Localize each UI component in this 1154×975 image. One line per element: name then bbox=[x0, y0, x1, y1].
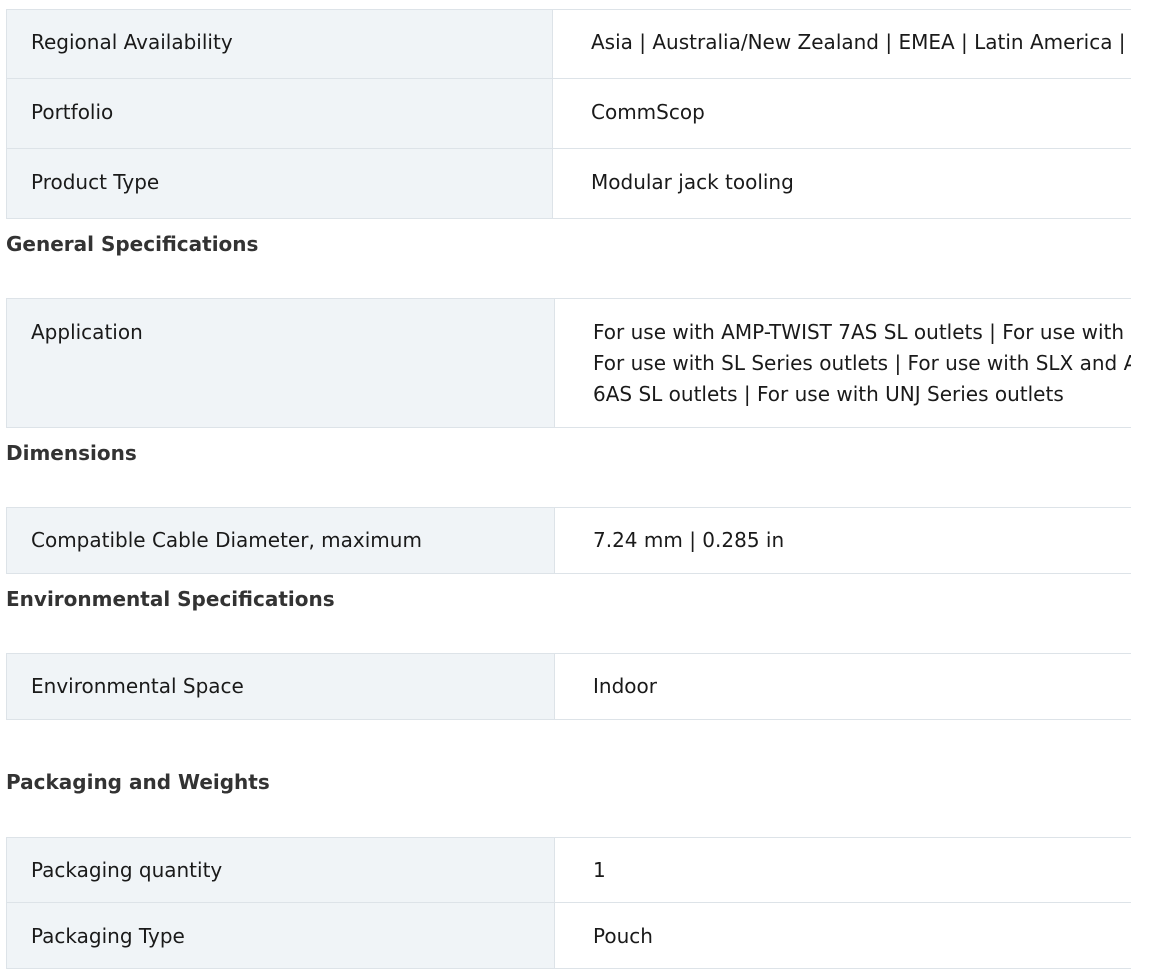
spec-value-line: For use with AMP-TWIST 7AS SL outlets | … bbox=[593, 320, 1125, 344]
spec-row-regional-availability: Regional Availability Asia | Australia/N… bbox=[6, 9, 1131, 79]
spec-label: Product Type bbox=[6, 148, 553, 219]
spec-label: Application bbox=[6, 298, 555, 428]
spec-value: Asia | Australia/New Zealand | EMEA | La… bbox=[552, 9, 1131, 79]
spec-label: Portfolio bbox=[6, 78, 553, 149]
spec-value: 7.24 mm | 0.285 in bbox=[554, 507, 1131, 574]
spec-row-product-type: Product Type Modular jack tooling bbox=[6, 148, 1131, 219]
spec-value: Indoor bbox=[554, 653, 1131, 720]
spec-value-line: 6AS SL outlets | For use with UNJ Series… bbox=[593, 382, 1064, 406]
spec-value: Pouch bbox=[554, 902, 1131, 969]
spec-label: Regional Availability bbox=[6, 9, 553, 79]
spec-label: Compatible Cable Diameter, maximum bbox=[6, 507, 555, 574]
spec-label: Environmental Space bbox=[6, 653, 555, 720]
section-heading-environmental-specifications: Environmental Specifications bbox=[6, 587, 335, 611]
spec-row-application: Application For use with AMP-TWIST 7AS S… bbox=[6, 298, 1131, 428]
section-heading-packaging-and-weights: Packaging and Weights bbox=[6, 770, 270, 794]
spec-label: Packaging Type bbox=[6, 902, 555, 969]
packaging-spec-table: Packaging quantity 1 Packaging Type Pouc… bbox=[6, 837, 1131, 969]
environmental-spec-table: Environmental Space Indoor bbox=[6, 653, 1131, 720]
spec-row-packaging-quantity: Packaging quantity 1 bbox=[6, 837, 1131, 903]
dimensions-spec-table: Compatible Cable Diameter, maximum 7.24 … bbox=[6, 507, 1131, 574]
section-heading-general-specifications: General Specifications bbox=[6, 232, 259, 256]
spec-value: Modular jack tooling bbox=[552, 148, 1131, 219]
spec-row-packaging-type: Packaging Type Pouch bbox=[6, 902, 1131, 969]
spec-row-environmental-space: Environmental Space Indoor bbox=[6, 653, 1131, 720]
spec-value: 1 bbox=[554, 837, 1131, 903]
overview-spec-table: Regional Availability Asia | Australia/N… bbox=[6, 9, 1131, 219]
general-spec-table: Application For use with AMP-TWIST 7AS S… bbox=[6, 298, 1131, 428]
section-heading-dimensions: Dimensions bbox=[6, 441, 137, 465]
spec-value-line: For use with SL Series outlets | For use… bbox=[593, 351, 1131, 375]
spec-label: Packaging quantity bbox=[6, 837, 555, 903]
spec-row-cable-diameter: Compatible Cable Diameter, maximum 7.24 … bbox=[6, 507, 1131, 574]
spec-value: CommScop bbox=[552, 78, 1131, 149]
spec-value-application: For use with AMP-TWIST 7AS SL outlets | … bbox=[554, 298, 1131, 428]
spec-row-portfolio: Portfolio CommScop bbox=[6, 78, 1131, 149]
